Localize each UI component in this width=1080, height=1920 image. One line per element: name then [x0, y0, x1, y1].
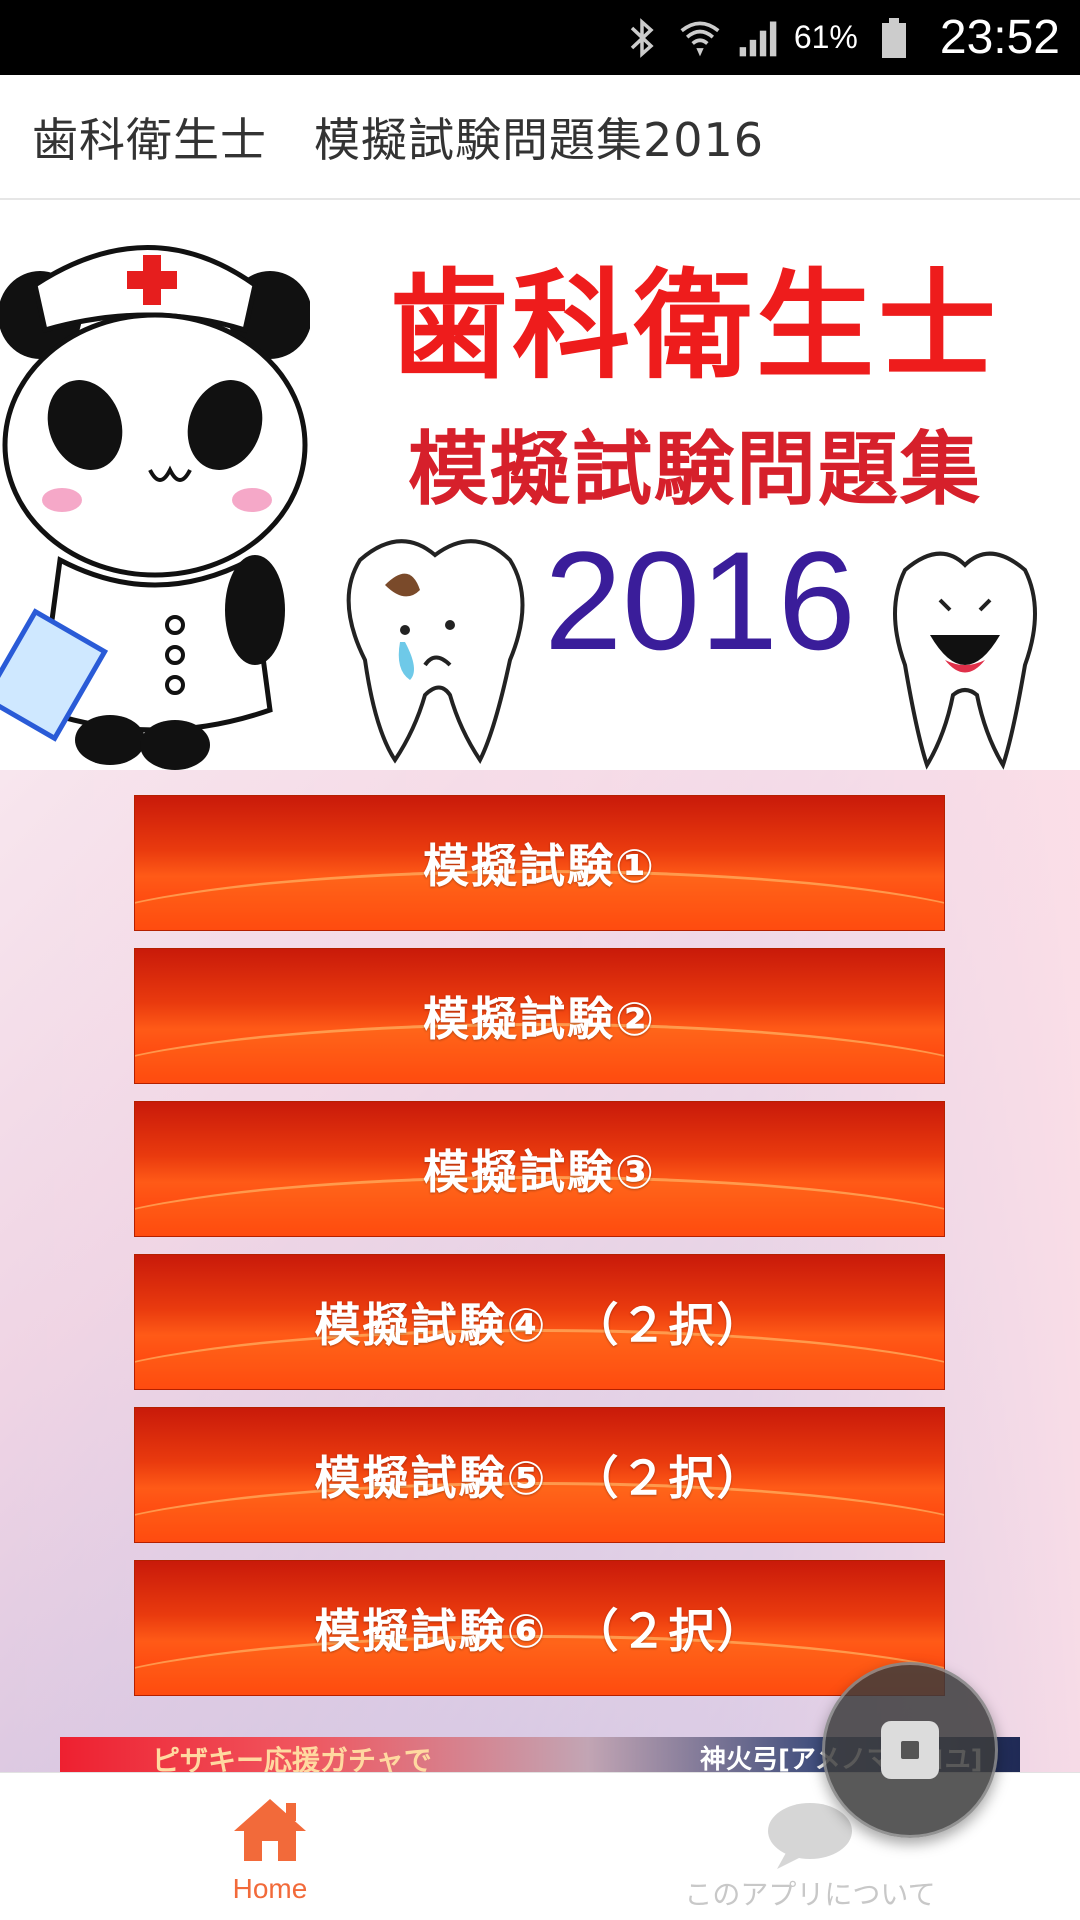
exam-1-button[interactable]: 模擬試験①: [134, 795, 945, 931]
ad-left-text: ピザキー応援ガチャで: [152, 1744, 432, 1772]
home-icon: [234, 1799, 306, 1861]
battery-icon: [872, 16, 916, 60]
exam-2-label: 模擬試験②: [423, 992, 656, 1046]
exam-5-label: 模擬試験⑤ （２択）: [314, 1451, 765, 1505]
banner-title-sub: 模擬試験問題集: [408, 423, 982, 516]
nav-about[interactable]: このアプリについて: [540, 1773, 1080, 1920]
app-title: 歯科衛生士 模擬試験問題集2016: [32, 112, 765, 167]
nav-home-label: Home: [232, 1873, 308, 1904]
exam-2-button[interactable]: 模擬試験②: [134, 948, 945, 1084]
exam-5-button[interactable]: 模擬試験⑤ （２択）: [134, 1407, 945, 1543]
banner-year: 2016: [544, 522, 856, 679]
wifi-icon: [678, 16, 722, 60]
exam-6-label: 模擬試験⑥ （２択）: [314, 1604, 765, 1658]
bluetooth-icon: [620, 16, 664, 60]
speech-bubble-icon: [768, 1803, 852, 1869]
exam-3-button[interactable]: 模擬試験③: [134, 1101, 945, 1237]
happy-tooth-illustration: [893, 551, 1037, 770]
floating-overlay-button[interactable]: [822, 1662, 998, 1838]
exam-4-button[interactable]: 模擬試験④ （２択）: [134, 1254, 945, 1390]
exam-4-label: 模擬試験④ （２択）: [314, 1298, 765, 1352]
status-bar: 61% 23:52: [0, 0, 1080, 75]
app-bar: 歯科衛生士 模擬試験問題集2016: [0, 75, 1080, 200]
crying-tooth-illustration: [346, 539, 525, 764]
signal-icon: [736, 16, 780, 60]
nav-about-label: このアプリについて: [684, 1879, 936, 1910]
banner-title-main: 歯科衛生士: [389, 257, 1000, 395]
exam-menu: 模擬試験① 模擬試験② 模擬試験③ 模擬試験④ （２択） 模擬試験⑤ （２択） …: [0, 770, 1080, 1772]
exam-3-label: 模擬試験③: [423, 1145, 656, 1199]
overlay-square-icon: [881, 1721, 939, 1779]
battery-percent: 61%: [793, 19, 858, 55]
nav-home[interactable]: Home: [0, 1773, 540, 1920]
status-clock: 23:52: [939, 11, 1060, 64]
exam-1-label: 模擬試験①: [423, 839, 656, 893]
banner-image: 歯科衛生士 模擬試験問題集 2016: [0, 200, 1080, 770]
exam-6-button[interactable]: 模擬試験⑥ （２択）: [134, 1560, 945, 1696]
panda-nurse-illustration: [0, 245, 310, 770]
